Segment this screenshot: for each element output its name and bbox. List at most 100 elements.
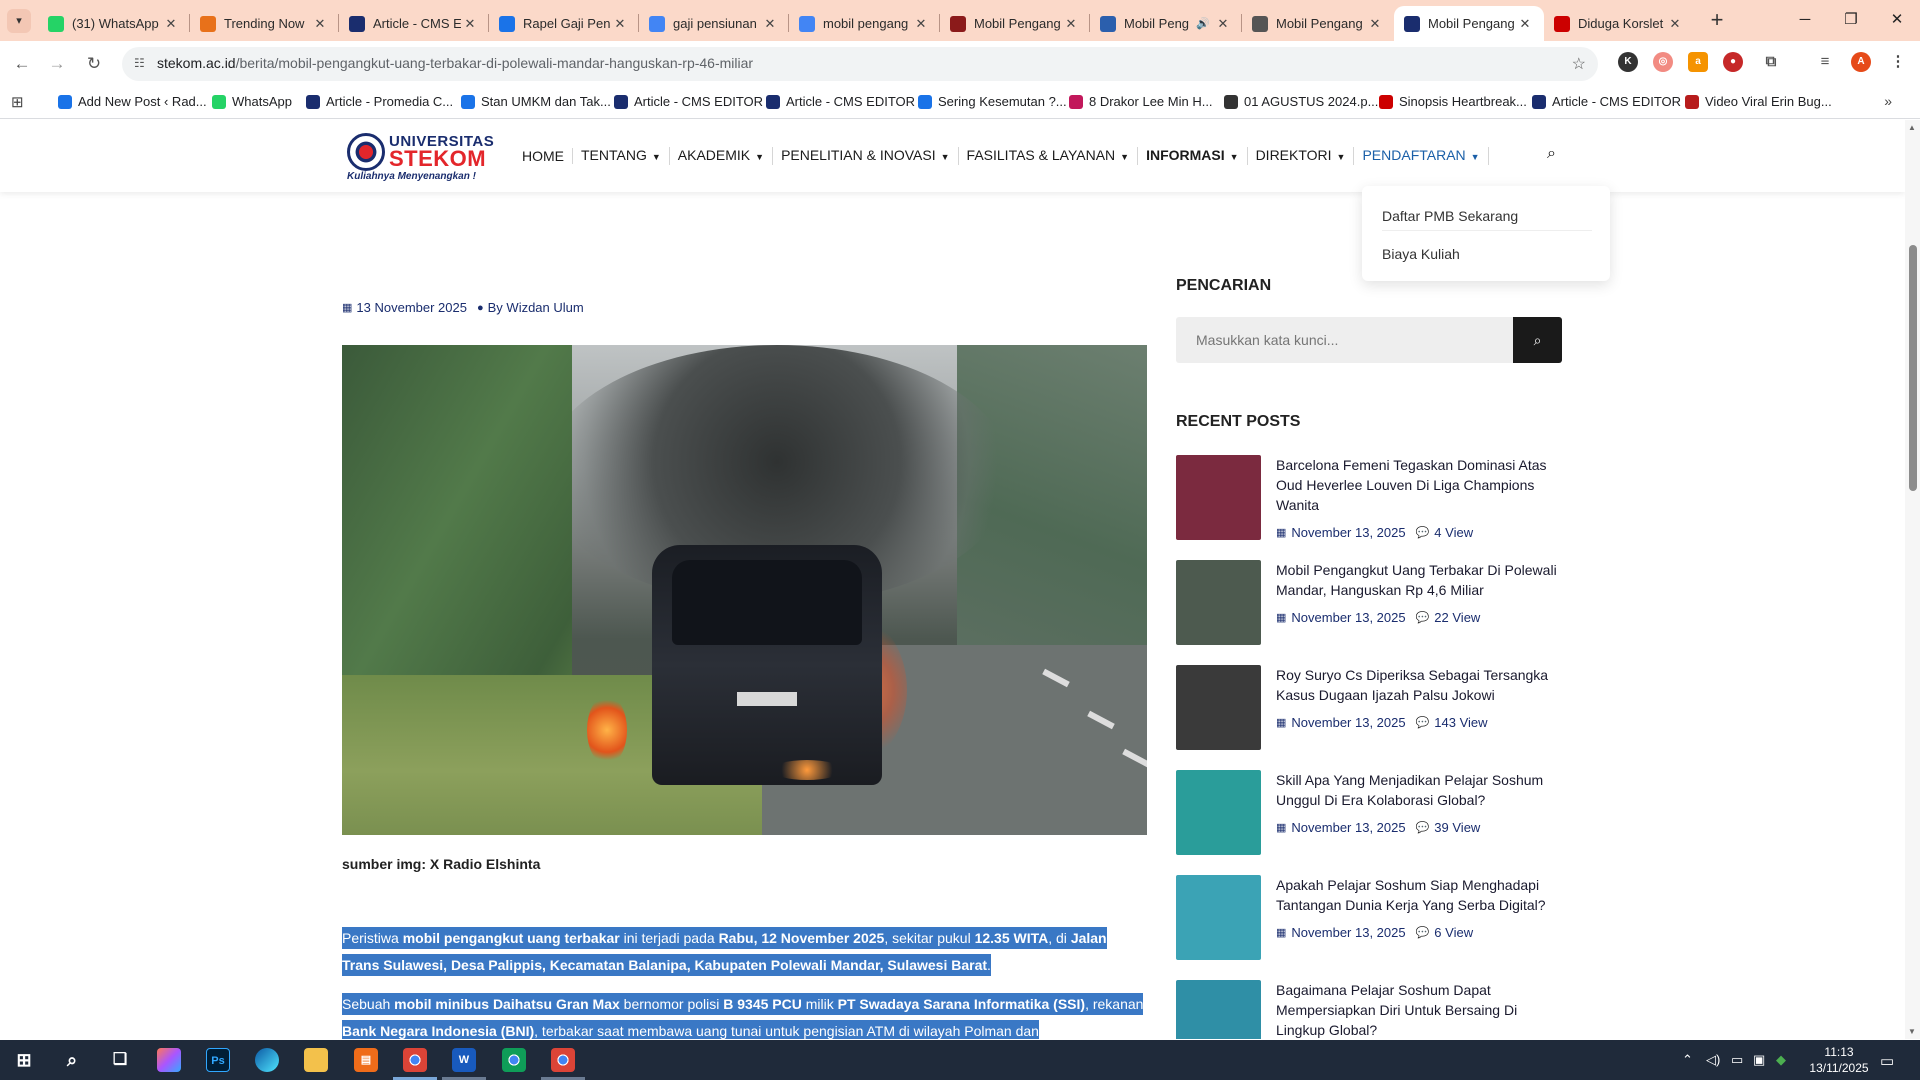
browser-tab[interactable]: Mobil Pengang ✕ [1242, 6, 1394, 41]
extensions-puzzle-icon[interactable]: ⧉ [1761, 52, 1781, 72]
new-tab-button[interactable]: + [1703, 7, 1731, 35]
browser-tab[interactable]: Trending Now ✕ [190, 6, 339, 41]
search-taskbar-icon[interactable]: ⌕ [60, 1048, 84, 1072]
recent-post-item[interactable]: Barcelona Femeni Tegaskan Dominasi Atas … [1176, 455, 1562, 545]
post-date[interactable]: November 13, 2025 [1291, 820, 1405, 835]
article-paragraph-2[interactable]: Sebuah mobil minibus Daihatsu Gran Max b… [342, 991, 1145, 1039]
extension-a-icon[interactable]: a [1688, 52, 1708, 72]
tab-search-button[interactable]: ▾ [7, 9, 31, 33]
post-thumbnail[interactable] [1176, 560, 1261, 645]
chrome-icon[interactable] [502, 1048, 526, 1072]
bookmark-item[interactable]: WhatsApp [212, 94, 292, 109]
nav-item-pendaftaran[interactable]: PENDAFTARAN ▼ [1354, 147, 1489, 165]
start-windows-icon[interactable]: ⊞ [12, 1048, 36, 1072]
article-date[interactable]: 13 November 2025 [356, 300, 467, 315]
browser-tab[interactable]: mobil pengang ✕ [789, 6, 940, 41]
post-title-link[interactable]: Bagaimana Pelajar Soshum Dapat Mempersia… [1276, 980, 1562, 1039]
scroll-down-arrow[interactable]: ▼ [1908, 1027, 1916, 1036]
bookmark-item[interactable]: Add New Post ‹ Rad... [58, 94, 207, 109]
sidebar-search-input[interactable] [1176, 317, 1513, 363]
post-views[interactable]: 6 View [1434, 925, 1473, 940]
bookmark-item[interactable]: Stan UMKM dan Tak... [461, 94, 611, 109]
volume-icon[interactable]: ◁) [1706, 1052, 1720, 1068]
nav-item-home[interactable]: HOME [520, 148, 573, 164]
extension-red-icon[interactable]: ● [1723, 52, 1743, 72]
cms-app-icon[interactable]: ▤ [354, 1048, 378, 1072]
tab-close-icon[interactable]: ✕ [611, 16, 629, 32]
post-thumbnail[interactable] [1176, 770, 1261, 855]
tab-close-icon[interactable]: ✕ [912, 16, 930, 32]
tab-close-icon[interactable]: ✕ [461, 16, 479, 32]
bookmark-item[interactable]: Article - CMS EDITOR [766, 94, 915, 109]
bookmark-item[interactable]: Video Viral Erin Bug... [1685, 94, 1832, 109]
chrome-profile-a-icon[interactable] [403, 1048, 427, 1072]
recent-post-item[interactable]: Roy Suryo Cs Diperiksa Sebagai Tersangka… [1176, 665, 1562, 755]
nav-item-fasilitas-layanan[interactable]: FASILITAS & LAYANAN ▼ [959, 147, 1139, 165]
post-views[interactable]: 4 View [1434, 525, 1473, 540]
dropdown-item-daftar-pmb[interactable]: Daftar PMB Sekarang [1382, 208, 1518, 224]
reload-button[interactable]: ↻ [82, 52, 106, 76]
profile-avatar[interactable]: A [1851, 52, 1871, 72]
dropdown-item-biaya-kuliah[interactable]: Biaya Kuliah [1382, 246, 1460, 262]
forward-button[interactable]: → [45, 52, 69, 76]
tab-close-icon[interactable]: ✕ [311, 16, 329, 32]
post-date[interactable]: November 13, 2025 [1291, 610, 1405, 625]
post-title-link[interactable]: Skill Apa Yang Menjadikan Pelajar Soshum… [1276, 770, 1562, 810]
restore-button[interactable]: ❐ [1828, 0, 1874, 40]
post-views[interactable]: 143 View [1434, 715, 1487, 730]
article-author[interactable]: By Wizdan Ulum [488, 300, 584, 315]
media-control-icon[interactable]: ≡ [1815, 52, 1835, 72]
site-info-icon[interactable]: ☷ [134, 56, 145, 70]
post-thumbnail[interactable] [1176, 980, 1261, 1039]
tray-chevron-icon[interactable]: ⌃ [1682, 1052, 1693, 1068]
bookmark-item[interactable]: Article - CMS EDITOR [614, 94, 763, 109]
scroll-up-arrow[interactable]: ▲ [1908, 123, 1916, 132]
extension-ig-icon[interactable]: ◎ [1653, 52, 1673, 72]
post-title-link[interactable]: Apakah Pelajar Soshum Siap Menghadapi Ta… [1276, 875, 1562, 915]
nav-item-akademik[interactable]: AKADEMIK ▼ [670, 147, 774, 165]
more-bookmarks-icon[interactable]: » [1884, 93, 1892, 109]
tab-audio-icon[interactable]: 🔊 [1196, 17, 1210, 30]
address-bar[interactable]: ☷ stekom.ac.id/berita/mobil-pengangkut-u… [122, 47, 1598, 81]
tab-close-icon[interactable]: ✕ [1516, 16, 1534, 32]
back-button[interactable]: ← [10, 52, 34, 76]
post-date[interactable]: November 13, 2025 [1291, 715, 1405, 730]
post-thumbnail[interactable] [1176, 875, 1261, 960]
post-views[interactable]: 39 View [1434, 820, 1480, 835]
post-title-link[interactable]: Roy Suryo Cs Diperiksa Sebagai Tersangka… [1276, 665, 1562, 705]
sidebar-search-button[interactable]: ⌕ [1513, 317, 1562, 363]
word-icon[interactable]: W [452, 1048, 476, 1072]
bookmark-item[interactable]: Article - CMS EDITOR [1532, 94, 1681, 109]
browser-tab[interactable]: Article - CMS E ✕ [339, 6, 489, 41]
nav-item-direktori[interactable]: DIREKTORI ▼ [1248, 147, 1355, 165]
browser-tab[interactable]: Rapel Gaji Pens ✕ [489, 6, 639, 41]
bookmark-item[interactable]: Article - Promedia C... [306, 94, 453, 109]
task-view-icon[interactable]: ❏ [108, 1048, 132, 1072]
stekom-logo[interactable]: UNIVERSITAS STEKOM Kuliahnya Menyenangka… [347, 129, 494, 183]
system-clock[interactable]: 11:13 13/11/2025 [1804, 1044, 1874, 1076]
recent-post-item[interactable]: Bagaimana Pelajar Soshum Dapat Mempersia… [1176, 980, 1562, 1039]
page-scrollbar[interactable]: ▲ ▼ [1905, 120, 1920, 1039]
browser-tab[interactable]: (31) WhatsApp ✕ [38, 6, 190, 41]
photoshop-icon[interactable]: Ps [206, 1048, 230, 1072]
article-paragraph-1[interactable]: Peristiwa mobil pengangkut uang terbakar… [342, 925, 1145, 979]
bookmark-item[interactable]: Sinopsis Heartbreak... [1379, 94, 1527, 109]
bookmark-star-icon[interactable]: ☆ [1572, 54, 1586, 74]
browser-tab[interactable]: Diduga Korslet ✕ [1544, 6, 1694, 41]
browser-tab[interactable]: Mobil Pengang ✕ [1394, 6, 1544, 41]
security-icon[interactable]: ◆ [1776, 1052, 1786, 1068]
file-explorer-icon[interactable] [304, 1048, 328, 1072]
network-icon[interactable]: ▭ [1731, 1052, 1743, 1068]
minimize-button[interactable]: ─ [1782, 0, 1828, 40]
tab-close-icon[interactable]: ✕ [761, 16, 779, 32]
bookmark-item[interactable]: 8 Drakor Lee Min H... [1069, 94, 1213, 109]
display-icon[interactable]: ▣ [1753, 1052, 1765, 1068]
bookmark-item[interactable]: Sering Kesemutan ?... [918, 94, 1067, 109]
post-title-link[interactable]: Barcelona Femeni Tegaskan Dominasi Atas … [1276, 455, 1562, 515]
tab-close-icon[interactable]: ✕ [1366, 16, 1384, 32]
post-date[interactable]: November 13, 2025 [1291, 925, 1405, 940]
header-search-icon[interactable]: ⌕ [1547, 145, 1556, 163]
nav-item-penelitian-inovasi[interactable]: PENELITIAN & INOVASI ▼ [773, 147, 959, 165]
menu-kebab-icon[interactable]: ⋮ [1888, 52, 1908, 72]
edge-icon[interactable] [255, 1048, 279, 1072]
